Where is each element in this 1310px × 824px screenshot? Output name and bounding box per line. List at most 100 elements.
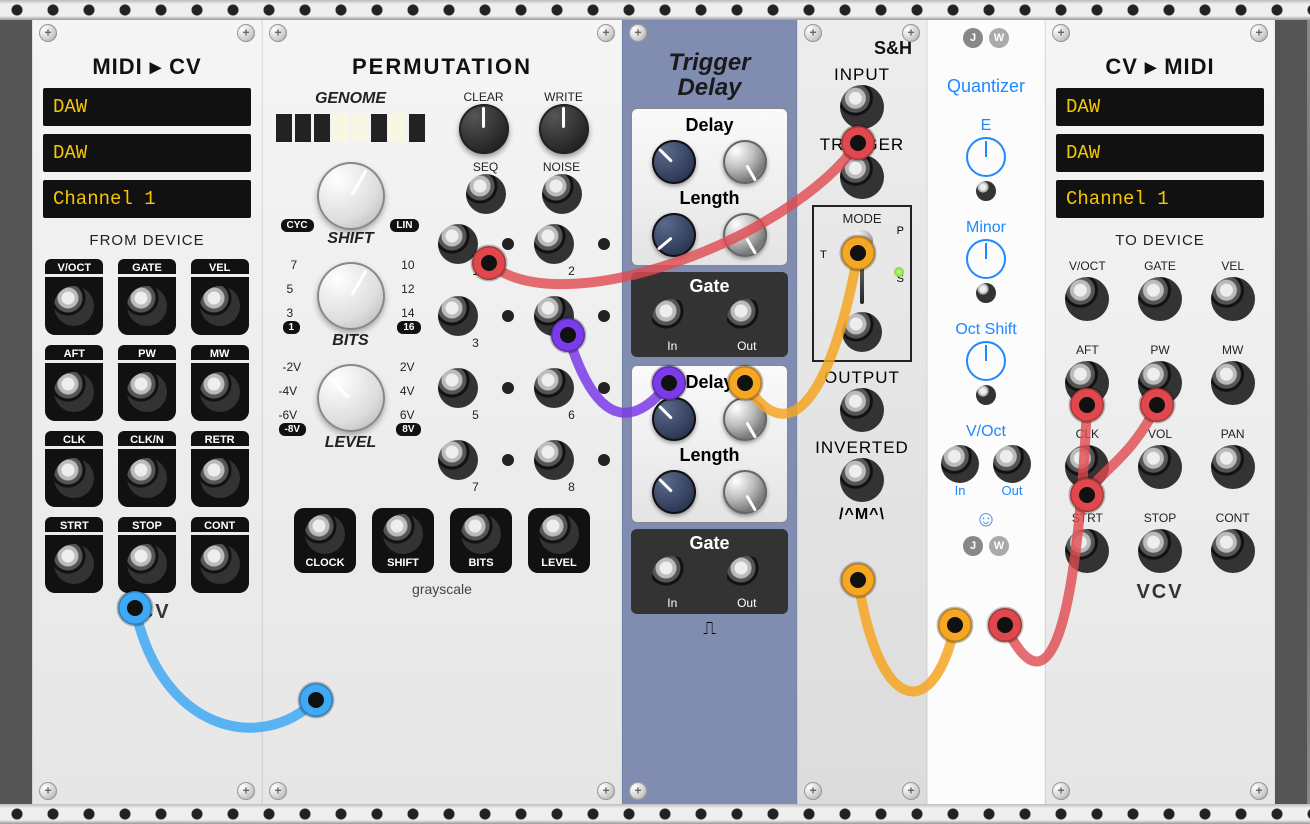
td-delay2-knob[interactable] — [652, 397, 696, 441]
cv-midi-gate-jack[interactable] — [1138, 277, 1182, 321]
permutation-level-input-jack[interactable] — [539, 514, 579, 554]
mute-dot-icon[interactable] — [502, 382, 514, 394]
mute-dot-icon[interactable] — [598, 310, 610, 322]
sh-inverted-jack[interactable] — [840, 458, 884, 502]
j-badge-icon: J — [963, 28, 983, 48]
cv-midi-driver-lcd[interactable]: DAW — [1056, 88, 1264, 126]
sh-output-jack[interactable] — [840, 388, 884, 432]
cv-midi-v-oct-jack[interactable] — [1065, 277, 1109, 321]
midi-cv-clk-n-jack[interactable] — [127, 458, 167, 498]
cv-midi-pan-jack[interactable] — [1211, 445, 1255, 489]
td-out-label: Out — [737, 339, 756, 353]
td-gate1-in-jack[interactable] — [652, 299, 692, 339]
permutation-bits-input-jack[interactable] — [461, 514, 501, 554]
permutation-out-label: 8 — [568, 480, 575, 494]
midi-cv-jack-label: MW — [191, 345, 249, 360]
cv-midi-jack-label: V/OCT — [1069, 259, 1106, 273]
permutation-out-1-jack[interactable] — [438, 224, 478, 264]
cv-midi-channel-lcd[interactable]: Channel 1 — [1056, 180, 1264, 218]
td-gate2-in-jack[interactable] — [652, 556, 692, 596]
cv-midi-stop-jack[interactable] — [1138, 529, 1182, 573]
midi-cv-cont-jack[interactable] — [200, 544, 240, 584]
cv-midi-clk-jack[interactable] — [1065, 445, 1109, 489]
midi-cv-pw-jack[interactable] — [127, 372, 167, 412]
noise-jack[interactable] — [542, 174, 582, 214]
td-gate2-out-jack[interactable] — [727, 556, 767, 596]
mute-dot-icon[interactable] — [598, 238, 610, 250]
qtz-scale-knob[interactable] — [966, 239, 1006, 279]
qtz-scale-cv-jack[interactable] — [976, 283, 996, 303]
level-label: LEVEL — [325, 434, 377, 452]
midi-cv-clk-jack[interactable] — [54, 458, 94, 498]
w-badge-icon: W — [989, 28, 1009, 48]
td-length2-knob[interactable] — [652, 470, 696, 514]
midi-cv-strt-jack[interactable] — [54, 544, 94, 584]
rail-bottom — [0, 804, 1310, 824]
ml-logo-icon: ⎍ — [623, 618, 796, 639]
midi-cv-mw-jack[interactable] — [200, 372, 240, 412]
seq-jack[interactable] — [466, 174, 506, 214]
permutation-out-7-jack[interactable] — [438, 440, 478, 480]
midi-cv-retr-jack[interactable] — [200, 458, 240, 498]
midi-cv-aft-jack[interactable] — [54, 372, 94, 412]
td-length1-knob[interactable] — [652, 213, 696, 257]
midi-cv-gate-jack[interactable] — [127, 286, 167, 326]
module-permutation: PERMUTATION GENOME CYC LIN SHIFT 7 5 — [262, 20, 622, 804]
midi-cv-vel-jack[interactable] — [200, 286, 240, 326]
mute-dot-icon[interactable] — [502, 310, 514, 322]
td-length2-cv-knob[interactable] — [723, 470, 767, 514]
midi-cv-driver-lcd[interactable]: DAW — [43, 88, 251, 126]
clear-button[interactable] — [459, 104, 509, 154]
cv-midi-cont-jack[interactable] — [1211, 529, 1255, 573]
cv-midi-vel-jack[interactable] — [1211, 277, 1255, 321]
midi-cv-jack-label: STRT — [45, 517, 103, 532]
bits-label: BITS — [332, 332, 368, 350]
qtz-in-jack[interactable] — [941, 445, 979, 483]
mute-dot-icon[interactable] — [502, 454, 514, 466]
cv-midi-strt-jack[interactable] — [1065, 529, 1109, 573]
qtz-root-knob[interactable] — [966, 137, 1006, 177]
mute-dot-icon[interactable] — [598, 454, 610, 466]
sh-trigger-jack[interactable] — [840, 155, 884, 199]
write-button[interactable] — [539, 104, 589, 154]
cv-midi-vol-jack[interactable] — [1138, 445, 1182, 489]
mute-dot-icon[interactable] — [502, 238, 514, 250]
permutation-out-cell: 5 — [438, 368, 514, 422]
qtz-out-jack[interactable] — [993, 445, 1031, 483]
midi-cv-v-oct-jack[interactable] — [54, 286, 94, 326]
midi-cv-stop-jack[interactable] — [127, 544, 167, 584]
level-knob[interactable] — [317, 364, 385, 432]
qtz-oct-knob[interactable] — [966, 341, 1006, 381]
permutation-out-4-jack[interactable] — [534, 296, 574, 336]
cv-midi-pw-jack[interactable] — [1138, 361, 1182, 405]
midi-cv-device-lcd[interactable]: DAW — [43, 134, 251, 172]
cv-midi-device-lcd[interactable]: DAW — [1056, 134, 1264, 172]
td-delay2-cv-knob[interactable] — [723, 397, 767, 441]
td-gate1-out-jack[interactable] — [727, 299, 767, 339]
td-length1-cv-knob[interactable] — [723, 213, 767, 257]
permutation-out-8-jack[interactable] — [534, 440, 574, 480]
td-delay1-cv-knob[interactable] — [723, 140, 767, 184]
sh-mode-cv-jack[interactable] — [842, 312, 882, 352]
sh-mode-switch[interactable] — [851, 230, 873, 252]
shift-knob[interactable] — [317, 162, 385, 230]
bits-knob[interactable] — [317, 262, 385, 330]
midi-cv-channel-lcd[interactable]: Channel 1 — [43, 180, 251, 218]
mute-dot-icon[interactable] — [598, 382, 610, 394]
qtz-oct-cv-jack[interactable] — [976, 385, 996, 405]
permutation-out-6-jack[interactable] — [534, 368, 574, 408]
spacer — [0, 20, 32, 804]
permutation-out-2-jack[interactable] — [534, 224, 574, 264]
cv-midi-aft-jack[interactable] — [1065, 361, 1109, 405]
permutation-out-3-jack[interactable] — [438, 296, 478, 336]
permutation-out-5-jack[interactable] — [438, 368, 478, 408]
td-delay1-knob[interactable] — [652, 140, 696, 184]
qtz-root-cv-jack[interactable] — [976, 181, 996, 201]
permutation-clock-input-jack[interactable] — [305, 514, 345, 554]
screw-icon — [1250, 782, 1268, 800]
sh-input-jack[interactable] — [840, 85, 884, 129]
cv-midi-mw-jack[interactable] — [1211, 361, 1255, 405]
permutation-shift-input-jack[interactable] — [383, 514, 423, 554]
permutation-out-label: 7 — [472, 480, 479, 494]
qtz-out-label: Out — [1002, 483, 1023, 498]
